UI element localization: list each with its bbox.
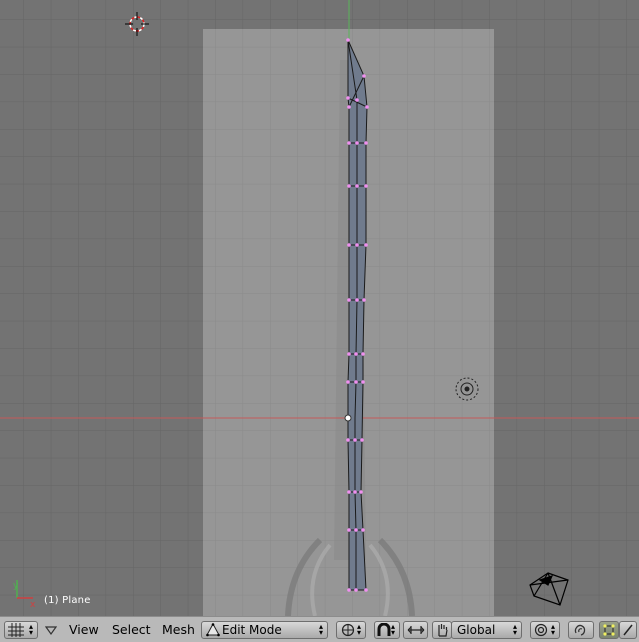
pivot-icon [341, 623, 355, 637]
menu-select[interactable]: Select [112, 622, 151, 638]
updown-arrows-icon: ▴ ▾ [356, 622, 361, 637]
orientation-select-value: Global [457, 623, 496, 637]
3d-viewport[interactable]: y x (1) Plane [0, 0, 639, 616]
limit-selection-visible-toggle[interactable]: ▴ ▾ [530, 621, 560, 639]
magnet-icon [377, 623, 391, 636]
transform-orientation-select[interactable]: Global ▴ ▾ [451, 621, 522, 639]
updown-arrows-icon: ▴ ▾ [318, 622, 323, 637]
mode-select-value: Edit Mode [222, 623, 282, 637]
menu-view[interactable]: View [69, 622, 99, 638]
view3d-header: ▴ ▾ View Select Mesh Edit Mode ▴ ▾ ▴ ▾ ▴ ▾ [0, 616, 639, 642]
edge-select-icon [623, 624, 633, 636]
vertex-select-icon [603, 624, 615, 636]
edit-mode-icon [206, 623, 220, 637]
updown-arrows-icon: ▴ ▾ [550, 622, 555, 637]
header-collapse-button[interactable] [44, 622, 58, 638]
svg-text:x: x [30, 600, 36, 610]
hand-icon [438, 624, 448, 637]
edge-select-mode-button[interactable] [619, 621, 637, 639]
active-object-label: (1) Plane [44, 595, 91, 606]
editor-type-select[interactable]: ▴ ▾ [4, 621, 38, 639]
snap-mode-select[interactable] [403, 621, 428, 639]
mode-select[interactable]: Edit Mode ▴ ▾ [201, 621, 328, 639]
pivot-point-select[interactable]: ▴ ▾ [336, 621, 366, 639]
svg-text:y: y [13, 581, 19, 591]
object-origin [344, 414, 352, 422]
updown-arrows-icon: ▴ ▾ [390, 622, 395, 637]
proportional-edit-toggle[interactable]: ▴ ▾ [374, 621, 400, 639]
updown-arrows-icon: ▴ ▾ [28, 622, 33, 637]
updown-arrows-icon: ▴ ▾ [512, 622, 517, 637]
viewport-canvas[interactable]: y x [0, 0, 639, 616]
vertex-select-mode-button[interactable] [599, 621, 619, 639]
grid-icon [8, 623, 24, 637]
layer-button[interactable] [568, 621, 594, 639]
manipulator-toggle[interactable] [432, 621, 452, 639]
triangle-down-icon [45, 626, 57, 636]
snap-icon [407, 626, 425, 634]
menu-mesh[interactable]: Mesh [162, 622, 195, 638]
target-icon [534, 623, 548, 637]
layer-icon [574, 624, 586, 636]
